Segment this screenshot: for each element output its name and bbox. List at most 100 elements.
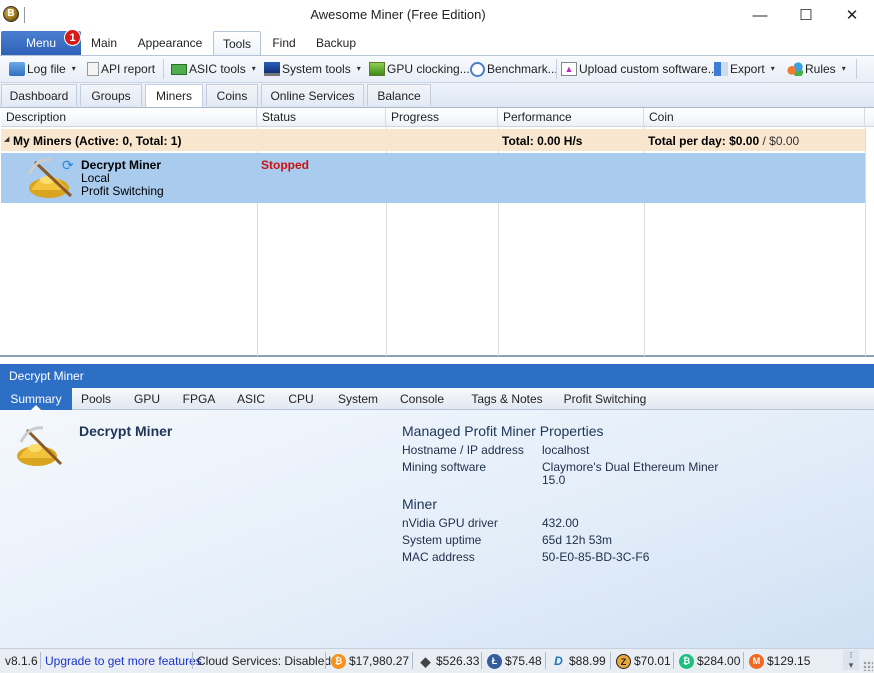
detail-tab-tags-notes[interactable]: Tags & Notes [470,388,544,410]
mining-software-version: 15.0 [542,473,566,487]
price-value: $17,980.27 [349,654,410,668]
ribbon-tab-appearance[interactable]: Appearance [132,31,208,55]
asic-tools-label: ASIC tools [189,62,246,76]
api-report-button[interactable]: API report [87,60,155,78]
detail-tab-pools[interactable]: Pools [76,388,116,410]
log-file-label: Log file [27,62,66,76]
tab-dashboard[interactable]: Dashboard [1,84,77,106]
price-bitcoin[interactable]: ₿ $17,980.27 [331,654,410,670]
price-ethereum[interactable]: ◆ $526.33 [418,654,480,669]
column-header-coin[interactable]: Coin [644,108,865,127]
status-overflow-icon[interactable]: ⁝ ▾ [843,650,859,670]
chevron-down-icon[interactable]: ▾ [357,60,361,78]
chevron-down-icon[interactable]: ▾ [252,60,256,78]
summary-miner-name: Decrypt Miner [79,423,173,439]
column-header-description[interactable]: Description [1,108,257,127]
bitcoin-icon: ₿ [331,654,346,670]
notification-badge[interactable]: 1 [64,29,81,46]
tab-online-services[interactable]: Online Services [261,84,364,106]
total-per-day-value: Total per day: $0.00 [648,134,760,148]
chevron-down-icon[interactable]: ▾ [771,60,775,78]
column-header-performance[interactable]: Performance [498,108,644,127]
price-monero[interactable]: M $129.15 [749,654,811,670]
property-label: nVidia GPU driver [402,516,498,530]
benchmark-button[interactable]: Benchmark... [470,60,558,78]
status-separator [325,652,326,669]
miner-name: Decrypt Miner [81,158,162,172]
property-label: System uptime [402,533,482,547]
chevron-down-icon[interactable]: ▾ [842,60,846,78]
upload-custom-software-label: Upload custom software... [579,62,718,76]
rules-icon [787,62,803,76]
system-tools-button[interactable]: System tools ▾ [264,60,361,78]
price-litecoin[interactable]: Ł $75.48 [487,654,542,670]
price-value: $75.48 [505,654,542,668]
detail-tab-gpu[interactable]: GPU [128,388,166,410]
price-value: $88.99 [569,654,606,668]
property-label: Hostname / IP address [402,443,524,457]
miner-status: Stopped [261,158,309,172]
tab-groups[interactable]: Groups [80,84,142,106]
tab-coins[interactable]: Coins [206,84,258,106]
status-separator [545,652,546,669]
resize-grip-icon[interactable] [863,661,873,671]
ribbon-tab-main[interactable]: Main [84,31,124,55]
document-icon [87,62,99,76]
system-uptime-value: 65d 12h 53m [542,533,613,547]
upgrade-link[interactable]: Upgrade to get more features [45,654,202,668]
price-value: $70.01 [634,654,671,668]
collapse-expander-icon[interactable]: ◢ [4,135,9,143]
asic-board-icon [171,63,187,75]
ribbon-tab-find[interactable]: Find [268,31,300,55]
export-button[interactable]: Export ▾ [714,60,775,78]
detail-tab-fpga[interactable]: FPGA [178,388,220,410]
status-separator [40,652,41,669]
tab-balance[interactable]: Balance [367,84,431,106]
detail-tab-system[interactable]: System [334,388,382,410]
minimize-button[interactable]: — [737,0,783,30]
status-separator [192,652,193,669]
toolbar-separator [856,59,857,79]
column-header-progress[interactable]: Progress [386,108,498,127]
status-separator [673,652,674,669]
close-button[interactable]: ✕ [829,0,874,30]
rules-label: Rules [805,62,836,76]
cloud-services-status[interactable]: Cloud Services: Disabled [197,654,331,668]
dash-icon: D [554,654,563,669]
detail-tab-console[interactable]: Console [396,388,448,410]
ribbon-tab-tools[interactable]: Tools [213,31,261,55]
status-separator [743,652,744,669]
mining-software-value: Claymore's Dual Ethereum Miner [542,460,719,474]
price-zcash[interactable]: Z $70.01 [616,654,671,670]
detail-tab-cpu[interactable]: CPU [282,388,320,410]
litecoin-icon: Ł [487,654,502,670]
hostname-value: localhost [542,443,590,457]
chevron-down-icon[interactable]: ▾ [72,60,76,78]
window-title: Awesome Miner (Free Edition) [310,7,486,22]
gpu-clocking-button[interactable]: GPU clocking... [369,60,470,78]
api-report-label: API report [101,62,156,76]
export-label: Export [730,62,765,76]
detail-tab-asic[interactable]: ASIC [232,388,270,410]
toolbar-separator [163,59,164,79]
asic-tools-button[interactable]: ASIC tools ▾ [171,60,256,78]
details-panel-header: Decrypt Miner [0,364,874,388]
status-separator [481,652,482,669]
group-label: My Miners (Active: 0, Total: 1) [13,134,182,148]
tab-miners[interactable]: Miners [145,84,203,107]
bitcoin-cash-icon: ₿ [679,654,694,670]
status-separator [610,652,611,669]
property-label: Mining software [402,460,487,474]
price-dash[interactable]: D $88.99 [551,654,606,668]
export-icon [714,62,728,76]
price-value: $129.15 [767,654,811,668]
upload-custom-software-button[interactable]: ▲ Upload custom software... [561,60,718,78]
version-label: v8.1.6 [5,654,38,668]
maximize-button[interactable]: ☐ [783,0,829,30]
detail-tab-profit-switching[interactable]: Profit Switching [562,388,648,410]
column-header-status[interactable]: Status [257,108,386,127]
rules-button[interactable]: Rules ▾ [787,60,846,78]
price-bitcoin-cash[interactable]: ₿ $284.00 [679,654,740,670]
log-file-button[interactable]: Log file ▾ [9,60,76,78]
ribbon-tab-backup[interactable]: Backup [312,31,360,55]
